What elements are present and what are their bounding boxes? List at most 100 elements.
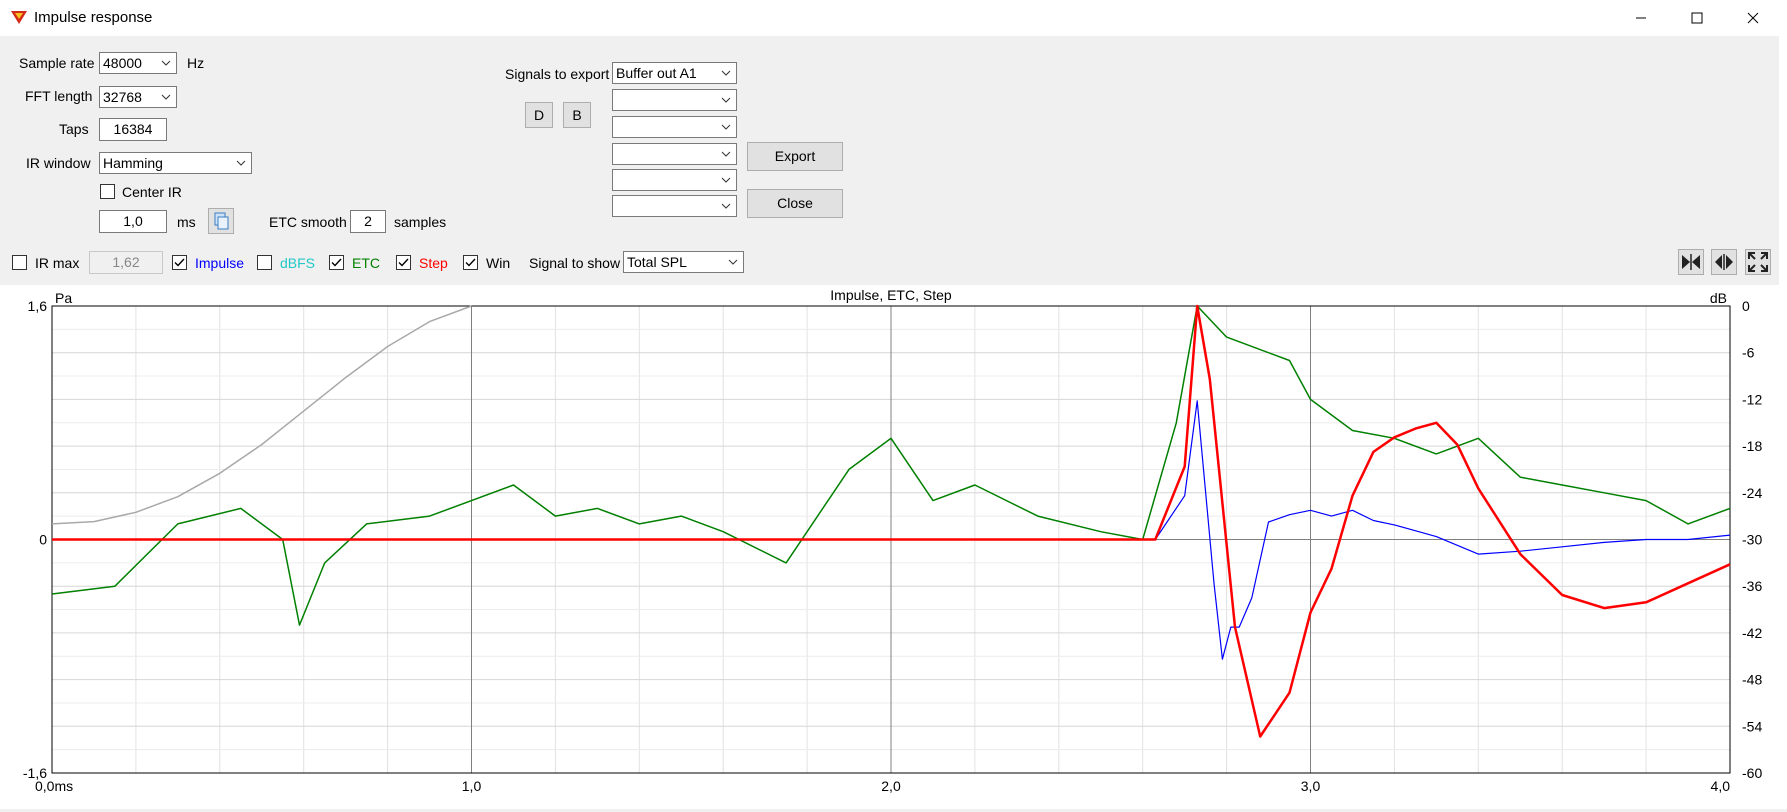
- app-logo-icon: [11, 11, 27, 24]
- win-label: Win: [486, 255, 511, 271]
- signal-to-show-select[interactable]: Total SPL: [623, 251, 744, 273]
- checkmark-icon: [331, 258, 342, 267]
- left-axis-label: Pa: [55, 290, 72, 306]
- y-right-tick-label: -60: [1742, 765, 1762, 781]
- fft-length-value: 32768: [103, 89, 142, 105]
- x-tick-label: 2,0: [881, 778, 901, 794]
- impulse-label: Impulse: [195, 255, 245, 271]
- y-right-tick-label: -48: [1742, 672, 1762, 688]
- fft-length-select[interactable]: 32768: [99, 86, 177, 108]
- etc-checkbox[interactable]: [329, 255, 344, 270]
- zoom-out-horizontal-button[interactable]: [1711, 249, 1737, 275]
- signal-to-show-value: Total SPL: [627, 254, 687, 270]
- fft-length-label: FFT length: [25, 88, 93, 104]
- b-button[interactable]: B: [563, 102, 591, 128]
- checkmark-icon: [465, 258, 476, 267]
- sample-rate-unit: Hz: [187, 55, 205, 71]
- copy-icon: [214, 212, 229, 230]
- checkmark-icon: [398, 258, 409, 267]
- taps-label: Taps: [59, 121, 89, 137]
- export-button[interactable]: Export: [747, 142, 843, 171]
- chart-svg[interactable]: 0,0ms 1,0 2,0 3,0 4,01,60-1,60-6-12-18-24-30…: [0, 285, 1787, 809]
- maximize-button[interactable]: [1669, 0, 1725, 36]
- ir-max-input[interactable]: 1,62: [89, 251, 163, 274]
- window-series-line: [51, 305, 472, 525]
- dbfs-checkbox[interactable]: [257, 255, 272, 270]
- impulse-checkbox[interactable]: [172, 255, 187, 270]
- y-right-tick-label: -42: [1742, 625, 1762, 641]
- sample-rate-select[interactable]: 48000: [99, 52, 177, 74]
- chevron-down-icon: [236, 160, 246, 166]
- y-left-tick-label: 1,6: [28, 298, 48, 314]
- step-label: Step: [419, 255, 448, 271]
- export-signal-select-2[interactable]: [612, 89, 737, 111]
- export-signal-select-1[interactable]: Buffer out A1: [612, 62, 737, 84]
- chevron-down-icon: [721, 124, 731, 130]
- d-button[interactable]: D: [525, 102, 553, 128]
- window-time-input[interactable]: 1,0: [99, 210, 167, 233]
- ir-window-label: IR window: [26, 155, 91, 171]
- chevron-down-icon: [728, 259, 738, 265]
- chevron-down-icon: [721, 177, 731, 183]
- export-signal-value-1: Buffer out A1: [616, 65, 697, 81]
- right-axis-label: dB: [1710, 290, 1727, 306]
- ir-max-label: IR max: [35, 255, 80, 271]
- etc-smooth-input[interactable]: 2: [350, 210, 386, 233]
- chevron-down-icon: [161, 94, 171, 100]
- etc-smooth-label: ETC smooth: [269, 214, 347, 230]
- x-tick-label: 1,0: [462, 778, 482, 794]
- window-time-unit: ms: [177, 214, 196, 230]
- chevron-down-icon: [721, 151, 731, 157]
- y-right-tick-label: -24: [1742, 485, 1762, 501]
- zoom-in-horizontal-button[interactable]: [1678, 249, 1704, 275]
- ir-window-select[interactable]: Hamming: [99, 152, 252, 174]
- step-checkbox[interactable]: [396, 255, 411, 270]
- x-tick-label: 4,0: [1711, 778, 1731, 794]
- checkmark-icon: [174, 258, 185, 267]
- minimize-icon: [1636, 17, 1646, 19]
- y-left-tick-label: 0: [39, 532, 47, 548]
- export-signal-select-4[interactable]: [612, 143, 737, 165]
- expand-horizontal-icon: [1715, 254, 1733, 270]
- signal-to-show-label: Signal to show: [529, 255, 621, 271]
- chart-title: Impulse, ETC, Step: [830, 287, 952, 303]
- close-window-button[interactable]: [1725, 0, 1781, 36]
- ir-window-value: Hamming: [103, 155, 163, 171]
- y-right-tick-label: -30: [1742, 532, 1762, 548]
- y-left-tick-label: -1,6: [23, 765, 47, 781]
- dbfs-label: dBFS: [280, 255, 316, 271]
- export-signal-select-3[interactable]: [612, 116, 737, 138]
- maximize-icon: [1691, 12, 1703, 24]
- taps-input[interactable]: 16384: [99, 118, 167, 141]
- center-ir-checkbox[interactable]: [100, 184, 115, 199]
- signals-to-export-label: Signals to export: [505, 66, 610, 82]
- ir-max-checkbox[interactable]: [12, 255, 27, 270]
- center-ir-label: Center IR: [122, 184, 182, 200]
- chevron-down-icon: [161, 60, 171, 66]
- export-signal-select-6[interactable]: [612, 195, 737, 217]
- copy-button[interactable]: [208, 208, 234, 234]
- y-right-tick-label: 0: [1742, 298, 1750, 314]
- y-right-tick-label: -36: [1742, 578, 1762, 594]
- chevron-down-icon: [721, 70, 731, 76]
- y-right-tick-label: -12: [1742, 391, 1762, 407]
- chevron-down-icon: [721, 203, 731, 209]
- y-right-tick-label: -18: [1742, 438, 1762, 454]
- minimize-button[interactable]: [1613, 0, 1669, 36]
- collapse-horizontal-icon: [1682, 254, 1700, 270]
- close-button[interactable]: Close: [747, 189, 843, 218]
- chevron-down-icon: [721, 97, 731, 103]
- win-checkbox[interactable]: [463, 255, 478, 270]
- etc-smooth-unit: samples: [394, 214, 447, 230]
- y-right-tick-label: -6: [1742, 345, 1755, 361]
- fullscreen-icon: [1748, 252, 1768, 272]
- sample-rate-value: 48000: [103, 55, 142, 71]
- title-bar: Impulse response: [0, 0, 1787, 36]
- y-right-tick-label: -54: [1742, 718, 1762, 734]
- fit-all-button[interactable]: [1745, 249, 1771, 275]
- close-icon: [1747, 12, 1759, 24]
- x-tick-label: 3,0: [1301, 778, 1321, 794]
- etc-label: ETC: [352, 255, 380, 271]
- impulse-chart[interactable]: 0,0ms 1,0 2,0 3,0 4,0 1,6 0 -1,6 0 -6 -12 -18 -24 -30…: [0, 285, 1787, 809]
- export-signal-select-5[interactable]: [612, 169, 737, 191]
